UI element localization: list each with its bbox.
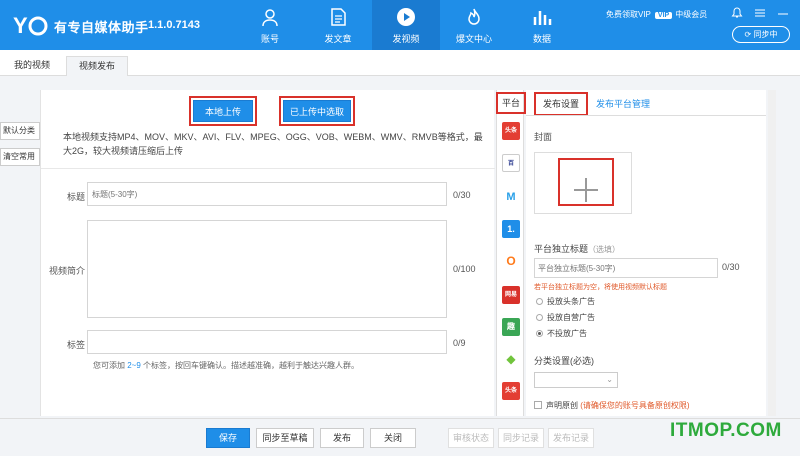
scrollbar[interactable] xyxy=(768,90,776,416)
nav-data[interactable]: 数据 xyxy=(508,0,576,50)
app-title: 有专自媒体助手 xyxy=(54,20,149,35)
highlight-box xyxy=(534,92,588,116)
notification-icon[interactable] xyxy=(728,6,746,20)
toutiao2-icon[interactable]: 头条 xyxy=(502,382,520,400)
nav-account[interactable]: 账号 xyxy=(236,0,304,50)
tags-input[interactable] xyxy=(87,330,447,354)
free-vip-link[interactable]: 免费领取VIP xyxy=(606,10,651,19)
user-icon xyxy=(262,9,278,27)
ad-option-self[interactable]: 投放自营广告 xyxy=(536,312,595,323)
nav-data-label: 数据 xyxy=(532,34,551,44)
platform-title-counter: 0/30 xyxy=(722,262,740,272)
tags-counter: 0/9 xyxy=(453,338,466,348)
publish-record-button[interactable]: 发布记录 xyxy=(548,428,594,448)
vip-area: 免费领取VIP VIP 中级会员 xyxy=(606,9,707,20)
menu-icon[interactable] xyxy=(751,6,769,20)
radio-selected-icon xyxy=(536,330,543,337)
window-controls xyxy=(728,6,800,20)
yidian-icon[interactable]: 1. xyxy=(502,220,520,238)
review-status-button[interactable]: 审核状态 xyxy=(448,428,494,448)
member-level: 中级会员 xyxy=(675,10,708,19)
platform-title-warning: 若平台独立标题为空，将使用视频默认标题 xyxy=(534,284,667,291)
ad-option-none[interactable]: 不投放广告 xyxy=(536,328,587,339)
radio-icon xyxy=(536,314,543,321)
video-form-panel: 本地上传 已上传中选取 本地视频支持MP4、MOV、MKV、AVI、FLV、MP… xyxy=(40,90,495,416)
title-bar: Y 有专自媒体助手 1.1.0.7143 账号 发文章 发视频 爆文中心 数据 … xyxy=(0,0,800,50)
platform-list: 平台 头条 百 M 1. O 网易 趣 ◆ 头条 xyxy=(496,90,526,416)
nav-article-label: 发文章 xyxy=(324,34,352,44)
title-input[interactable] xyxy=(87,182,447,206)
clear-common-button[interactable]: 清空常用 xyxy=(0,148,40,166)
vip-badge: VIP xyxy=(654,12,673,19)
nav-hot[interactable]: 爆文中心 xyxy=(440,0,508,50)
sync-button[interactable]: ⟳ 同步中 xyxy=(732,26,790,43)
checkbox-icon[interactable] xyxy=(534,401,542,409)
highlight-box xyxy=(279,96,355,126)
nav-article[interactable]: 发文章 xyxy=(304,0,372,50)
ad-option-toutiao[interactable]: 投放头条广告 xyxy=(536,296,595,307)
sync-icon: ⟳ xyxy=(744,30,752,39)
tab-platform-manage[interactable]: 发布平台管理 xyxy=(596,94,650,114)
platform-title-label: 平台独立标题（选填） xyxy=(534,244,621,254)
radio-icon xyxy=(536,298,543,305)
app-logo-icon: Y xyxy=(13,13,48,38)
publish-settings-panel: 发布设置 发布平台管理 封面 平台独立标题（选填） 0/30 若平台独立标题为空… xyxy=(526,90,766,416)
toutiao-icon[interactable]: 头条 xyxy=(502,122,520,140)
tab-divider xyxy=(526,115,766,116)
platform-title-input[interactable] xyxy=(534,258,718,278)
sohu-icon[interactable]: O xyxy=(502,252,520,270)
highlight-box xyxy=(189,96,257,126)
category-select[interactable]: ⌄ xyxy=(534,372,618,388)
default-category-button[interactable]: 默认分类 xyxy=(0,122,40,140)
highlight-box xyxy=(558,158,614,206)
nav-hot-label: 爆文中心 xyxy=(455,34,492,44)
svg-text:Y: Y xyxy=(13,13,28,38)
intro-label: 视频简介 xyxy=(49,266,86,276)
title-label: 标题 xyxy=(67,192,86,202)
page-tabs: 我的视频 视频发布 xyxy=(0,50,800,76)
play-icon xyxy=(397,8,415,26)
publish-button[interactable]: 发布 xyxy=(320,428,364,448)
watermark: ITMOP.COM xyxy=(670,420,782,441)
app-version: 1.1.0.7143 xyxy=(148,19,200,31)
upload-format-description: 本地视频支持MP4、MOV、MKV、AVI、FLV、MPEG、OGG、VOB、W… xyxy=(63,132,483,156)
sync-label: 同步中 xyxy=(753,30,778,39)
qutoutiao-icon[interactable]: 趣 xyxy=(502,318,520,336)
minimize-icon[interactable] xyxy=(774,6,792,20)
close-button[interactable]: 关闭 xyxy=(370,428,416,448)
save-button[interactable]: 保存 xyxy=(206,428,250,448)
cover-label: 封面 xyxy=(534,132,553,142)
tab-my-videos[interactable]: 我的视频 xyxy=(4,56,60,76)
dayu-icon[interactable]: M xyxy=(502,188,520,206)
sync-record-button[interactable]: 同步记录 xyxy=(498,428,544,448)
baijia-icon[interactable]: 百 xyxy=(502,154,520,172)
nav-video[interactable]: 发视频 xyxy=(372,0,440,50)
sync-draft-button[interactable]: 同步至草稿 xyxy=(256,428,314,448)
section-divider xyxy=(41,168,495,169)
intro-textarea[interactable] xyxy=(87,220,447,318)
intro-counter: 0/100 xyxy=(453,264,476,274)
wangyi-icon[interactable]: 网易 xyxy=(502,286,520,304)
flame-icon xyxy=(468,8,480,25)
bar-chart-icon xyxy=(533,11,552,25)
tab-video-publish[interactable]: 视频发布 xyxy=(66,56,128,76)
main-nav: 账号 发文章 发视频 爆文中心 数据 xyxy=(236,0,576,50)
highlight-box xyxy=(496,92,526,114)
chevron-down-icon: ⌄ xyxy=(606,375,613,384)
aiqiyi-icon[interactable]: ◆ xyxy=(502,350,520,368)
title-counter: 0/30 xyxy=(453,190,471,200)
category-label: 分类设置(必选) xyxy=(534,356,594,366)
original-declaration[interactable]: 声明原创 (请确保您的账号具备原创权限) xyxy=(534,400,690,411)
nav-account-label: 账号 xyxy=(260,34,279,44)
tags-hint: 您可添加 2~9 个标签，按回车键确认。描述越准确，越利于触达兴趣人群。 xyxy=(93,361,360,370)
document-icon xyxy=(331,8,346,26)
tags-label: 标签 xyxy=(67,340,86,350)
nav-video-label: 发视频 xyxy=(392,34,420,44)
